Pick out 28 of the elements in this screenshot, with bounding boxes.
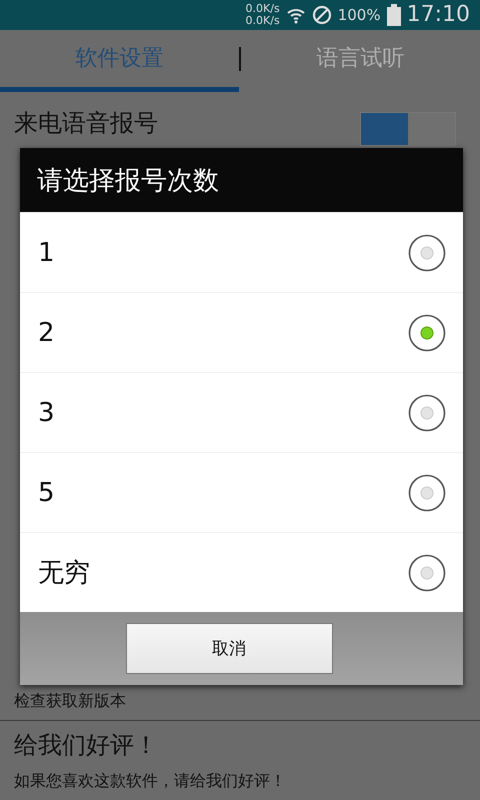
toggle-switch[interactable] <box>360 112 456 146</box>
option-row[interactable]: 5 <box>20 452 463 532</box>
radio-button[interactable] <box>408 234 446 272</box>
option-label: 3 <box>38 398 55 428</box>
setting-title: 给我们好评！ <box>13 730 159 761</box>
option-label: 2 <box>38 318 55 348</box>
option-label: 1 <box>38 238 55 268</box>
blocked-icon <box>312 4 332 25</box>
setting-description: 检查获取新版本 <box>13 691 127 712</box>
option-label: 无穷 <box>38 557 90 590</box>
setting-description: 如果您喜欢这款软件，请给我们好评！ <box>13 771 287 792</box>
clock: 17:10 <box>406 2 470 28</box>
option-row[interactable]: 2 <box>20 292 463 372</box>
radio-button[interactable] <box>408 554 446 592</box>
battery-icon <box>386 4 401 26</box>
option-label: 5 <box>38 478 55 508</box>
option-row[interactable]: 1 <box>20 212 463 292</box>
radio-button[interactable] <box>408 314 446 352</box>
cancel-button[interactable]: 取消 <box>126 623 332 674</box>
setting-title: 来电语音报号 <box>14 108 158 139</box>
option-row[interactable]: 无穷 <box>20 532 463 612</box>
download-speed: 0.0K/s <box>246 14 280 27</box>
radio-button[interactable] <box>408 474 446 512</box>
radio-button[interactable] <box>408 394 446 432</box>
battery-percent: 100% <box>338 6 381 24</box>
option-row[interactable]: 3 <box>20 372 463 452</box>
upload-speed: 0.0K/s <box>246 2 280 15</box>
dialog-title: 请选择报号次数 <box>20 148 463 212</box>
